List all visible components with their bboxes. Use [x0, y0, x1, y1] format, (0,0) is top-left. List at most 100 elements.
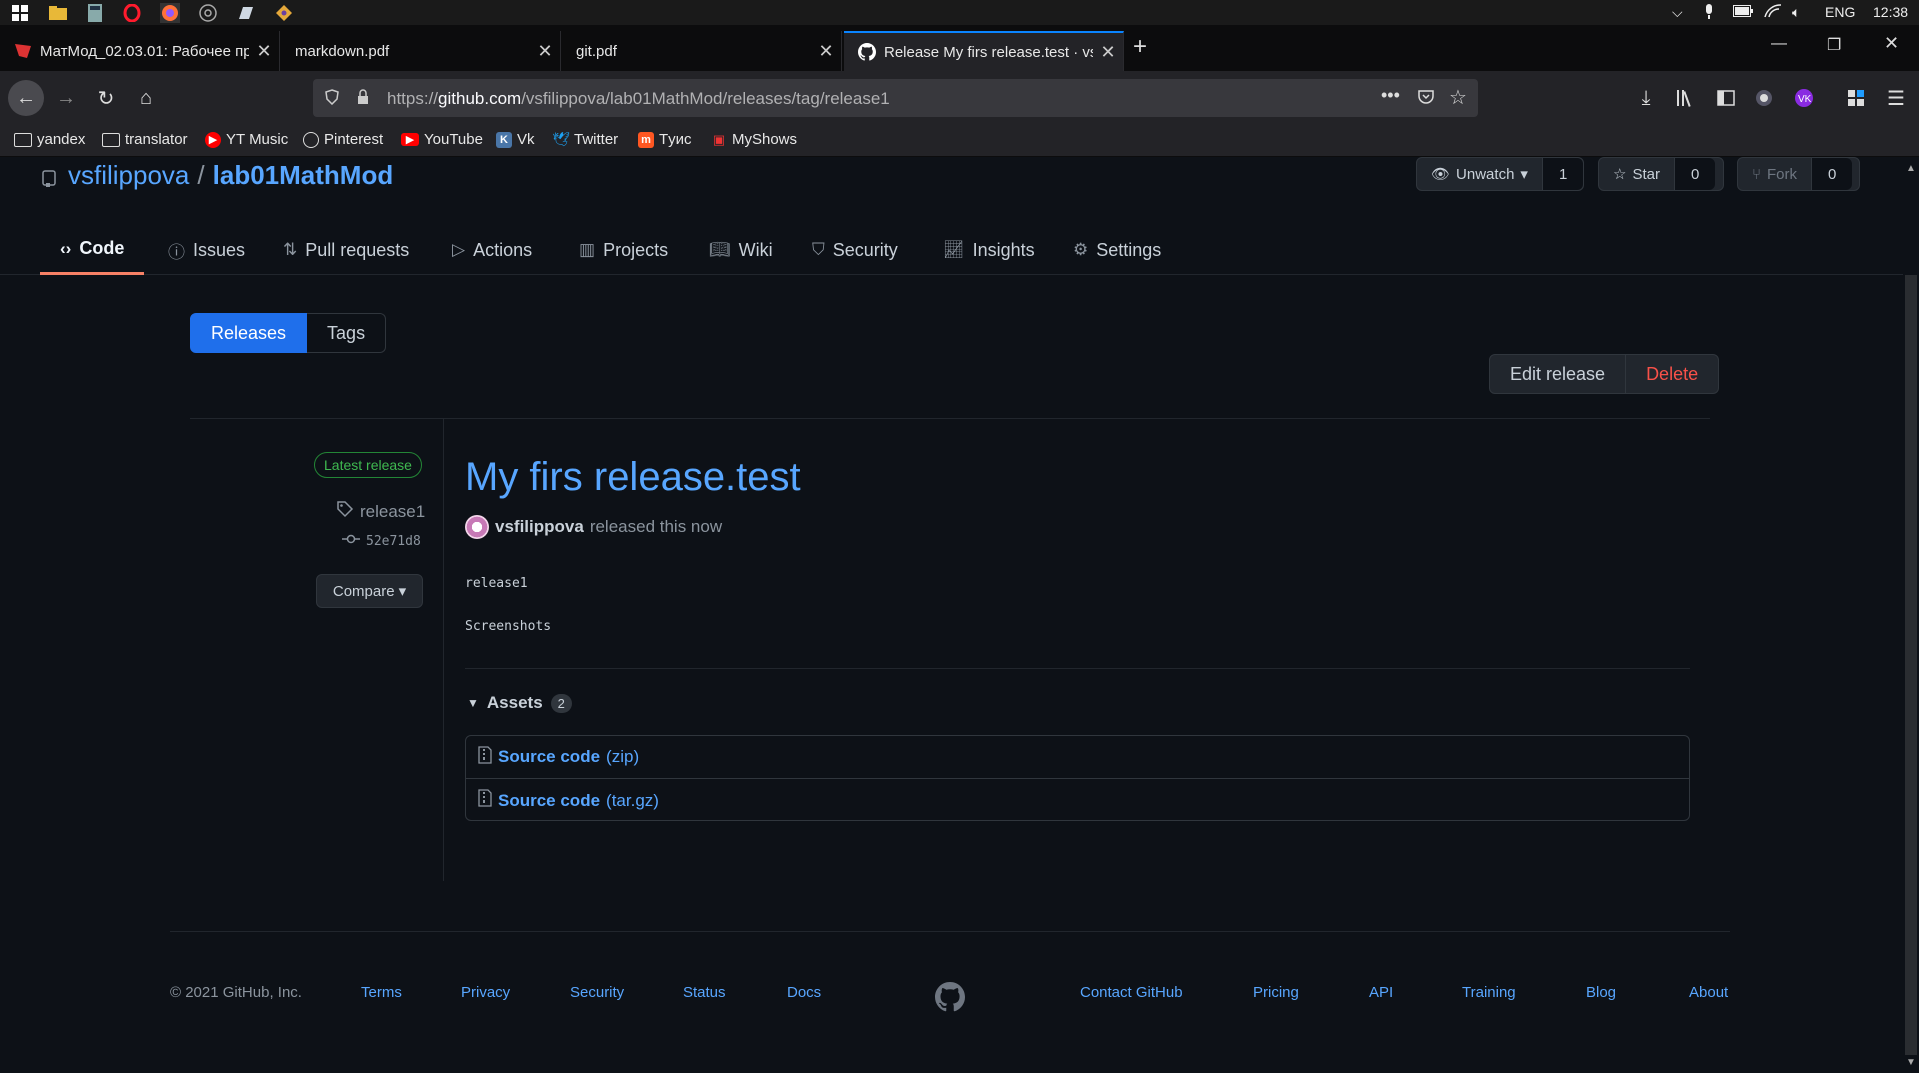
github-logo-icon[interactable] [935, 982, 965, 1017]
avatar[interactable] [465, 515, 489, 539]
star-button[interactable]: ☆ Star 0 [1598, 157, 1724, 191]
chrome-icon[interactable] [198, 3, 218, 23]
watchers-count[interactable]: 1 [1541, 158, 1584, 190]
bookmark-star-icon[interactable]: ☆ [1449, 85, 1467, 110]
bookmark-myshows[interactable]: ▣ MyShows [711, 131, 797, 148]
wifi-icon[interactable] [1764, 4, 1782, 21]
new-tab-plus-icon[interactable]: + [1133, 33, 1147, 61]
clock[interactable]: 12:38 [1873, 4, 1908, 20]
bookmark-tuis[interactable]: m Тyис [638, 131, 692, 148]
file-explorer-icon[interactable] [48, 3, 68, 23]
battery-icon[interactable] [1733, 4, 1753, 20]
releases-tab[interactable]: Releases [190, 313, 308, 353]
notes-app-icon[interactable] [236, 3, 256, 23]
opera-icon[interactable] [122, 3, 142, 23]
asset-row[interactable]: Source code (tar.gz) [466, 779, 1689, 822]
tab-pull-requests[interactable]: ⇅ Pull requests [283, 225, 409, 275]
release-author-link[interactable]: vsfilippova [495, 517, 584, 537]
windows-start-icon[interactable] [10, 3, 30, 23]
footer-link-contact[interactable]: Contact GitHub [1080, 984, 1183, 1001]
scroll-down-arrow-icon[interactable]: ▼ [1906, 1057, 1916, 1068]
back-arrow-icon[interactable]: ← [8, 80, 44, 116]
vk-extension-icon[interactable]: VK [1788, 82, 1820, 114]
close-icon[interactable]: ✕ [530, 41, 560, 62]
pocket-icon[interactable] [1417, 88, 1435, 111]
bookmark-yandex[interactable]: yandex [14, 131, 85, 148]
chevron-up-icon[interactable]: ⌵ [1672, 4, 1683, 21]
footer-link-docs[interactable]: Docs [787, 984, 821, 1001]
restore-icon[interactable]: ❐ [1827, 35, 1841, 55]
unwatch-button[interactable]: 👁︎ Unwatch ▾ 1 [1416, 157, 1584, 191]
stars-count[interactable]: 0 [1673, 158, 1716, 190]
browser-tab[interactable]: markdown.pdf ✕ [281, 31, 561, 71]
asset-ext[interactable]: (tar.gz) [606, 791, 659, 811]
footer-link-training[interactable]: Training [1462, 984, 1516, 1001]
extensions-grid-icon[interactable] [1840, 82, 1872, 114]
page-scrollbar[interactable]: ▲ ▼ [1903, 157, 1919, 1073]
bookmark-youtube[interactable]: ▶ YouTube [401, 131, 483, 148]
sidebar-icon[interactable] [1710, 82, 1742, 114]
footer-link-security[interactable]: Security [570, 984, 624, 1001]
asset-name[interactable]: Source code [498, 747, 600, 767]
asset-name[interactable]: Source code [498, 791, 600, 811]
release-title[interactable]: My firs release.test [465, 455, 801, 500]
calculator-icon[interactable] [85, 3, 105, 23]
browser-tab[interactable]: МатМод_02.03.01: Рабочее пр ✕ [0, 31, 280, 71]
hamburger-menu-icon[interactable]: ☰ [1880, 82, 1912, 114]
library-icon[interactable] [1670, 82, 1702, 114]
home-icon[interactable]: ⌂ [130, 82, 162, 114]
minimize-icon[interactable]: — [1771, 35, 1787, 53]
fork-button[interactable]: ⑂ Fork 0 [1737, 157, 1860, 191]
tab-code[interactable]: ‹› Code [40, 225, 145, 275]
asset-ext[interactable]: (zip) [606, 747, 639, 767]
asset-row[interactable]: Source code (zip) [466, 736, 1689, 779]
edit-release-button[interactable]: Edit release [1489, 354, 1627, 394]
download-icon[interactable]: ⤓ [1630, 82, 1662, 114]
tab-settings[interactable]: ⚙ Settings [1073, 225, 1161, 275]
repo-owner-link[interactable]: vsfilippova [68, 160, 189, 191]
microphone-icon[interactable] [1704, 4, 1714, 23]
bookmark-pinterest[interactable]: Pinterest [303, 131, 383, 148]
commit-link[interactable]: 52e71d8 [342, 533, 421, 549]
reload-icon[interactable]: ↻ [90, 82, 122, 114]
tab-actions[interactable]: ▷ Actions [452, 225, 532, 275]
close-icon[interactable]: ✕ [249, 41, 279, 62]
git-app-icon[interactable] [274, 3, 294, 23]
forks-count[interactable]: 0 [1811, 158, 1853, 190]
compare-button[interactable]: Compare ▾ [316, 574, 423, 608]
footer-link-about[interactable]: About [1689, 984, 1728, 1001]
bookmark-vk[interactable]: K Vk [496, 131, 535, 148]
bookmark-yt-music[interactable]: ▶ YT Music [205, 131, 288, 148]
footer-link-api[interactable]: API [1369, 984, 1393, 1001]
tab-issues[interactable]: ⓘ Issues [168, 225, 245, 275]
tab-wiki[interactable]: 📖︎ Wiki [709, 225, 773, 275]
bookmark-twitter[interactable]: 🕊︎ Twitter [552, 131, 618, 148]
delete-release-button[interactable]: Delete [1626, 354, 1720, 394]
scrollbar-thumb[interactable] [1905, 275, 1917, 1055]
footer-link-terms[interactable]: Terms [361, 984, 402, 1001]
repo-name-link[interactable]: lab01MathMod [213, 160, 394, 191]
tracking-shield-icon[interactable] [325, 89, 339, 110]
extension-icon[interactable] [1748, 82, 1780, 114]
footer-link-pricing[interactable]: Pricing [1253, 984, 1299, 1001]
close-icon[interactable]: ✕ [811, 41, 841, 62]
more-actions-icon[interactable]: ••• [1381, 85, 1400, 106]
lock-icon[interactable] [357, 89, 369, 110]
tab-insights[interactable]: 📈︎ Insights [943, 225, 1035, 275]
url-bar[interactable]: https://github.com/vsfilippova/lab01Math… [313, 79, 1478, 117]
bookmark-translator[interactable]: translator [102, 131, 188, 148]
language-indicator[interactable]: ENG [1825, 4, 1855, 20]
tab-security[interactable]: ⛉ Security [812, 225, 898, 275]
footer-link-privacy[interactable]: Privacy [461, 984, 510, 1001]
browser-tab[interactable]: git.pdf ✕ [562, 31, 842, 71]
tab-projects[interactable]: ▥ Projects [579, 225, 668, 275]
tags-tab[interactable]: Tags [307, 313, 387, 353]
forward-arrow-icon[interactable]: → [50, 82, 82, 114]
url-text[interactable]: https://github.com/vsfilippova/lab01Math… [387, 89, 890, 109]
scroll-up-arrow-icon[interactable]: ▲ [1906, 163, 1916, 174]
release-tag-link[interactable]: release1 [336, 500, 425, 523]
close-icon[interactable]: ✕ [1093, 42, 1123, 63]
volume-icon[interactable]: 🔈︎ [1792, 4, 1800, 21]
browser-tab-active[interactable]: Release My firs release.test · vsf ✕ [844, 31, 1124, 71]
window-close-icon[interactable]: ✕ [1884, 33, 1899, 54]
